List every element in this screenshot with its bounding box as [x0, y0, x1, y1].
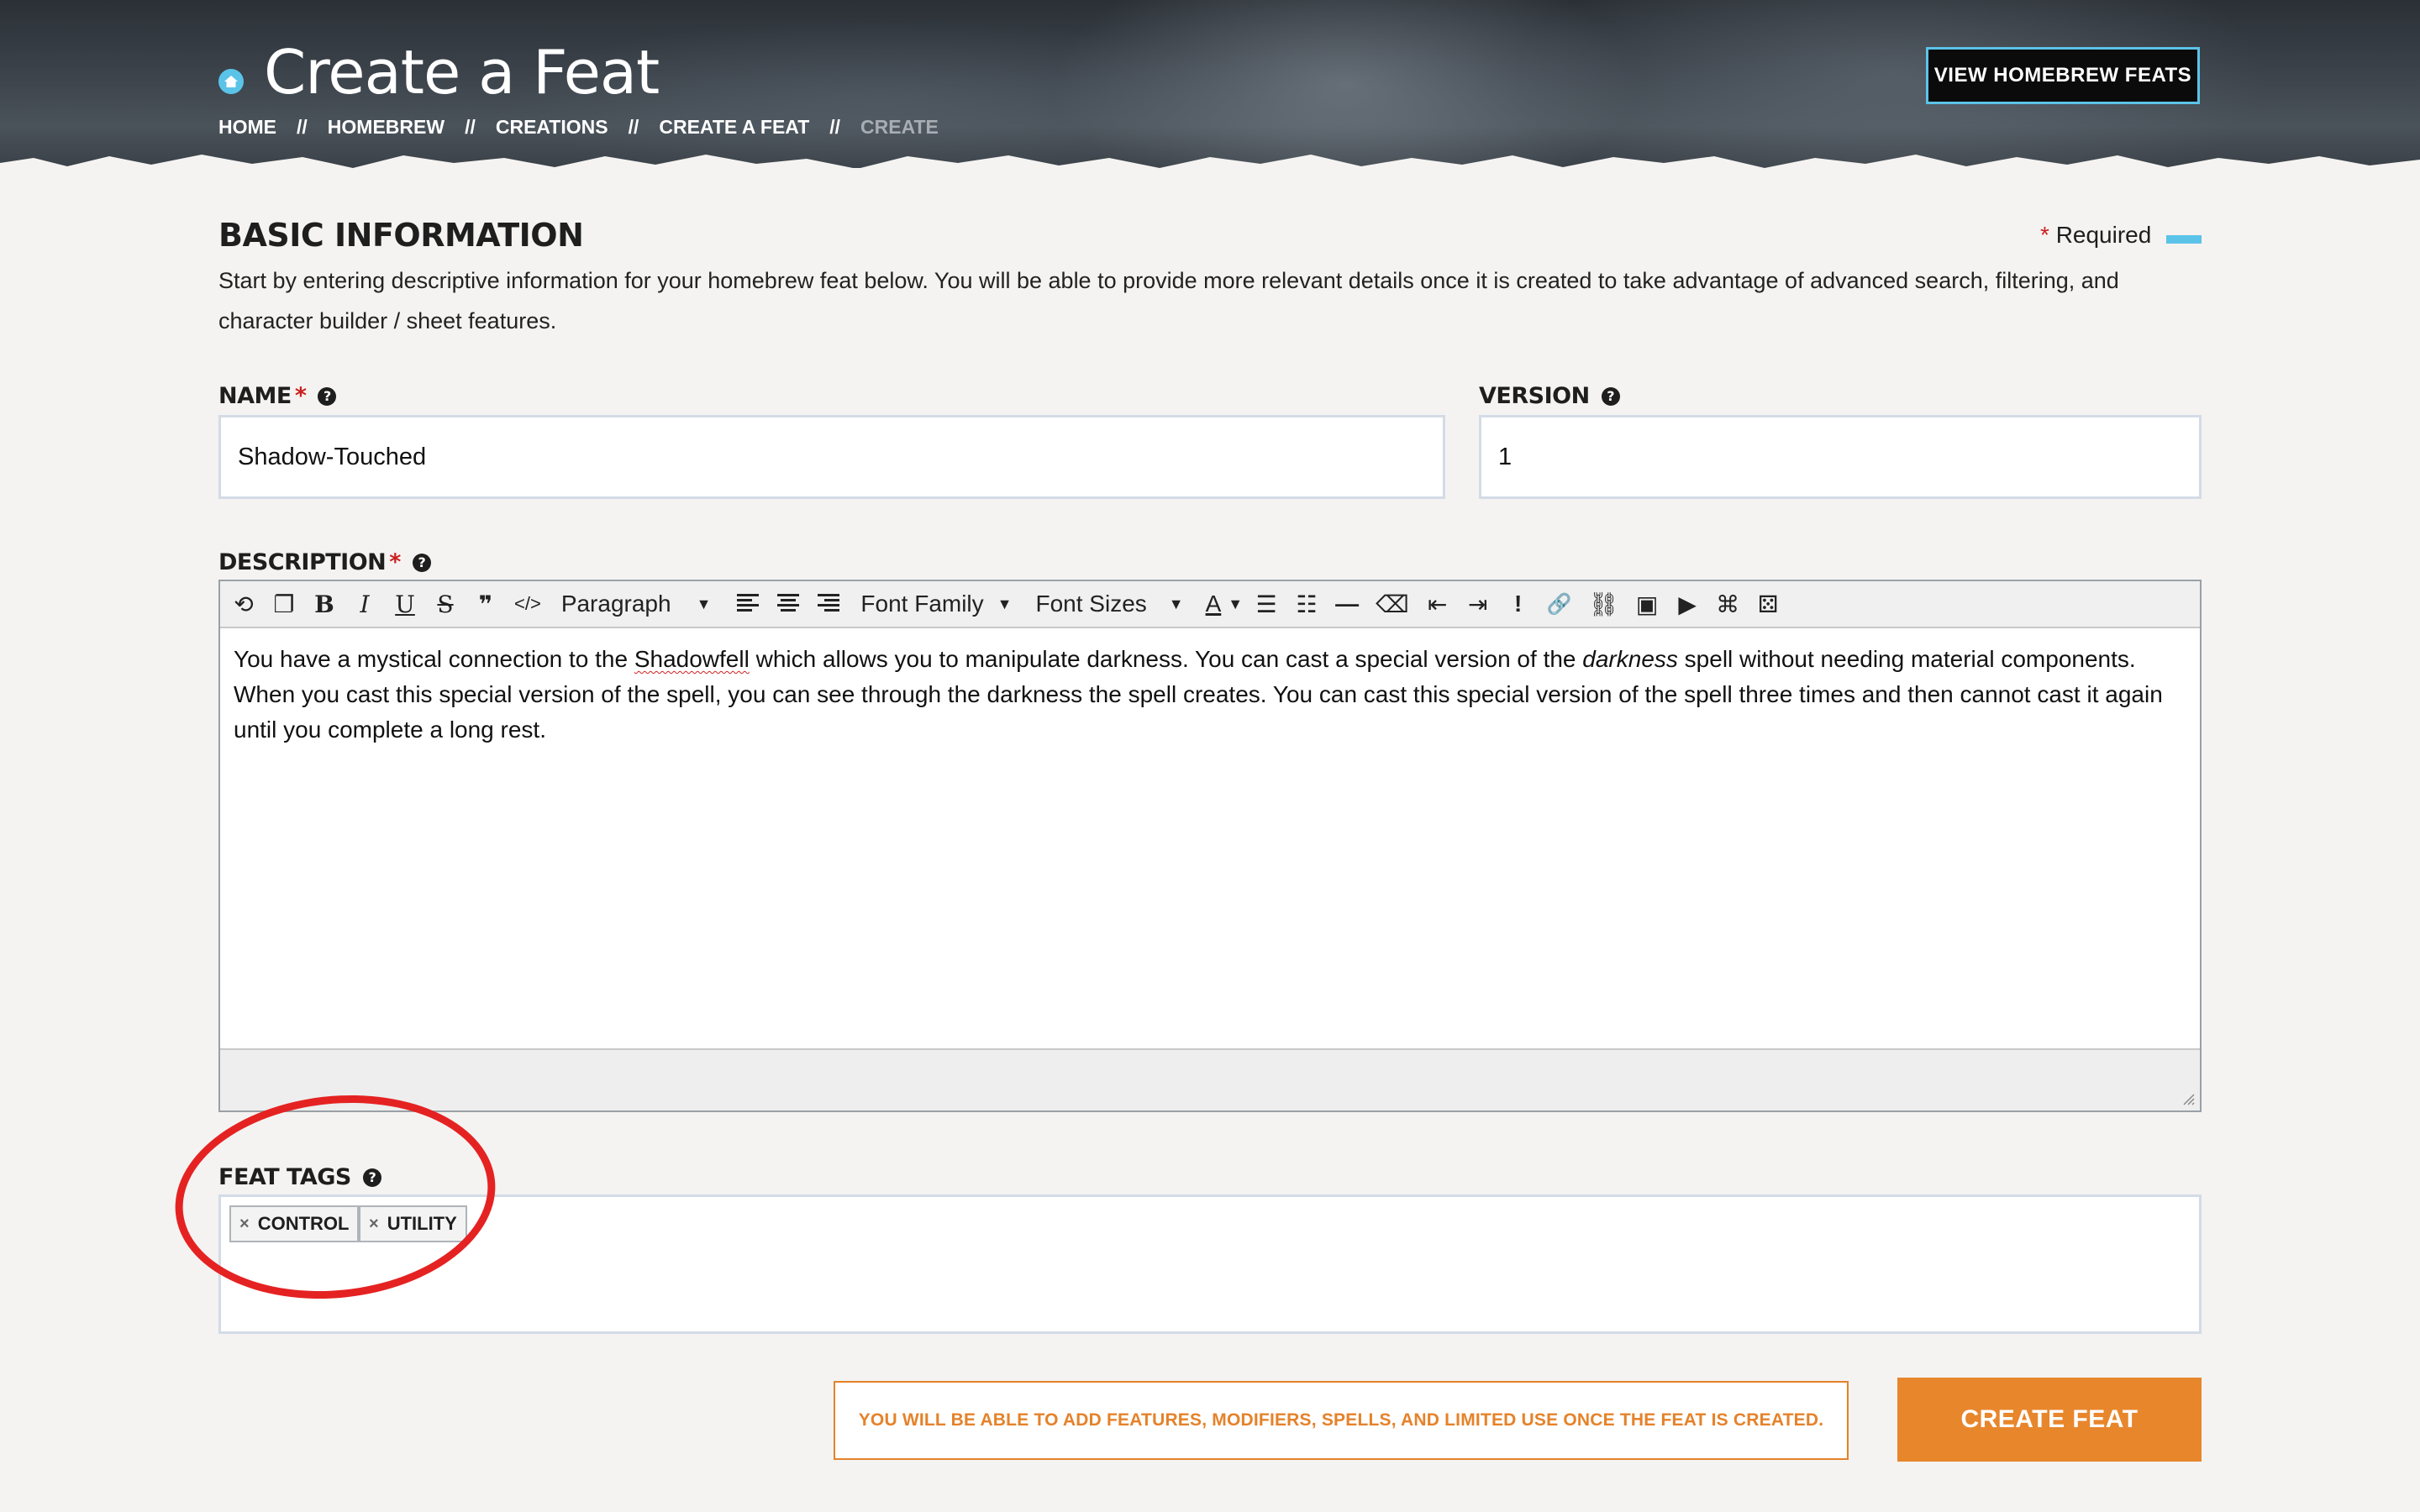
required-label: Required: [2055, 222, 2152, 248]
paragraph-dropdown-label: Paragraph: [560, 591, 671, 617]
required-legend: * Required: [2040, 222, 2151, 249]
resize-handle-icon[interactable]: [2180, 1090, 2195, 1105]
version-input-value: 1: [1498, 443, 1512, 470]
align-left-icon[interactable]: [736, 591, 760, 617]
section-title: BASIC INFORMATION: [218, 217, 584, 254]
home-icon[interactable]: [218, 69, 244, 94]
required-indicator-bar: [2166, 235, 2202, 244]
name-input-value: Shadow-Touched: [238, 443, 427, 470]
version-label-text: VERSION: [1479, 383, 1590, 409]
name-input[interactable]: Shadow-Touched: [218, 415, 1445, 499]
name-label: NAME * ?: [218, 383, 337, 409]
description-text: You have a mystical connection to the: [234, 646, 634, 672]
font-color-dropdown[interactable]: A ▼: [1206, 591, 1244, 617]
indent-icon[interactable]: ⇥: [1466, 591, 1490, 618]
code-icon[interactable]: </>: [514, 593, 541, 615]
bold-button[interactable]: B: [313, 591, 336, 618]
breadcrumb: HOME // HOMEBREW // CREATIONS // CREATE …: [218, 116, 939, 139]
name-label-text: NAME: [218, 383, 292, 409]
breadcrumb-separator: //: [829, 116, 841, 138]
description-editor[interactable]: ⟲ ❐ B I U S ❞ </> Paragraph ▼ Font Famil…: [218, 580, 2202, 1112]
font-family-dropdown[interactable]: Font Family ▼: [860, 591, 1012, 617]
link-icon[interactable]: 🔗: [1547, 592, 1572, 617]
source-code-icon[interactable]: ⌘: [1716, 591, 1739, 618]
intro-text: Start by entering descriptive informatio…: [218, 268, 2119, 333]
breadcrumb-separator: //: [297, 116, 308, 138]
spell-name: darkness: [1582, 646, 1678, 672]
italic-button[interactable]: I: [353, 591, 376, 618]
image-icon[interactable]: ▣: [1635, 591, 1659, 618]
bulleted-list-icon[interactable]: ☰: [1255, 591, 1278, 618]
help-icon[interactable]: ?: [318, 386, 337, 406]
info-notice: YOU WILL BE ABLE TO ADD FEATURES, MODIFI…: [834, 1381, 1849, 1460]
page-title: Create a Feat: [264, 37, 660, 108]
paste-icon[interactable]: ❐: [272, 591, 296, 618]
paragraph-dropdown[interactable]: Paragraph ▼: [561, 591, 712, 617]
outdent-icon[interactable]: ⇤: [1426, 591, 1449, 618]
eraser-icon[interactable]: ⌫: [1376, 591, 1409, 618]
font-family-dropdown-label: Font Family: [860, 591, 984, 617]
required-star: *: [2040, 222, 2049, 248]
font-sizes-dropdown[interactable]: Font Sizes ▼: [1035, 591, 1183, 617]
blockquote-icon[interactable]: ❞: [474, 591, 497, 618]
torn-paper-edge: [0, 155, 2420, 168]
editor-toolbar: ⟲ ❐ B I U S ❞ </> Paragraph ▼ Font Famil…: [220, 581, 2200, 628]
misspelled-word: Shadowfell: [634, 646, 750, 672]
required-star: *: [294, 383, 307, 409]
view-homebrew-feats-button[interactable]: VIEW HOMEBREW FEATS: [1926, 47, 2200, 104]
unlink-icon[interactable]: ⛓: [1589, 591, 1619, 618]
help-icon[interactable]: ?: [1601, 386, 1620, 406]
font-sizes-dropdown-label: Font Sizes: [1035, 591, 1147, 617]
help-icon[interactable]: ?: [412, 553, 431, 572]
breadcrumb-home[interactable]: HOME: [218, 116, 276, 139]
page-header: Create a Feat HOME // HOMEBREW // CREATI…: [0, 0, 2420, 168]
version-label: VERSION ?: [1479, 383, 1620, 409]
breadcrumb-creations[interactable]: CREATIONS: [496, 116, 608, 139]
font-color-icon: A: [1205, 591, 1222, 617]
create-feat-button[interactable]: CREATE FEAT: [1897, 1378, 2202, 1462]
video-icon[interactable]: ▶: [1676, 591, 1699, 618]
underline-button[interactable]: U: [393, 591, 417, 618]
undo-icon[interactable]: ⟲: [232, 591, 255, 618]
chevron-down-icon: ▼: [1168, 595, 1184, 612]
breadcrumb-create-a-feat[interactable]: CREATE A FEAT: [659, 116, 809, 139]
chevron-down-icon: ▼: [997, 595, 1013, 612]
horizontal-rule-icon[interactable]: —: [1335, 591, 1359, 617]
editor-status-bar: [220, 1048, 2200, 1110]
chevron-down-icon: ▼: [1228, 595, 1244, 612]
breadcrumb-current: CREATE: [860, 116, 939, 138]
align-center-icon[interactable]: [776, 591, 800, 617]
description-label: DESCRIPTION * ?: [218, 549, 431, 575]
dice-icon[interactable]: ⚄: [1756, 591, 1780, 618]
description-label-text: DESCRIPTION: [218, 549, 387, 575]
numbered-list-icon[interactable]: ☷: [1295, 591, 1318, 618]
breadcrumb-separator: //: [628, 116, 639, 138]
exclamation-icon[interactable]: !: [1507, 591, 1530, 617]
feat-tags-input[interactable]: × CONTROL × UTILITY: [218, 1194, 2202, 1334]
description-text: which allows you to manipulate darkness.…: [749, 646, 1583, 672]
version-input[interactable]: 1: [1479, 415, 2202, 499]
strikethrough-button[interactable]: S: [434, 591, 457, 618]
align-right-icon[interactable]: [817, 591, 840, 617]
chevron-down-icon: ▼: [696, 595, 712, 612]
editor-content[interactable]: You have a mystical connection to the Sh…: [234, 642, 2183, 748]
required-star: *: [389, 549, 401, 575]
breadcrumb-homebrew[interactable]: HOMEBREW: [328, 116, 445, 139]
breadcrumb-separator: //: [465, 116, 476, 138]
